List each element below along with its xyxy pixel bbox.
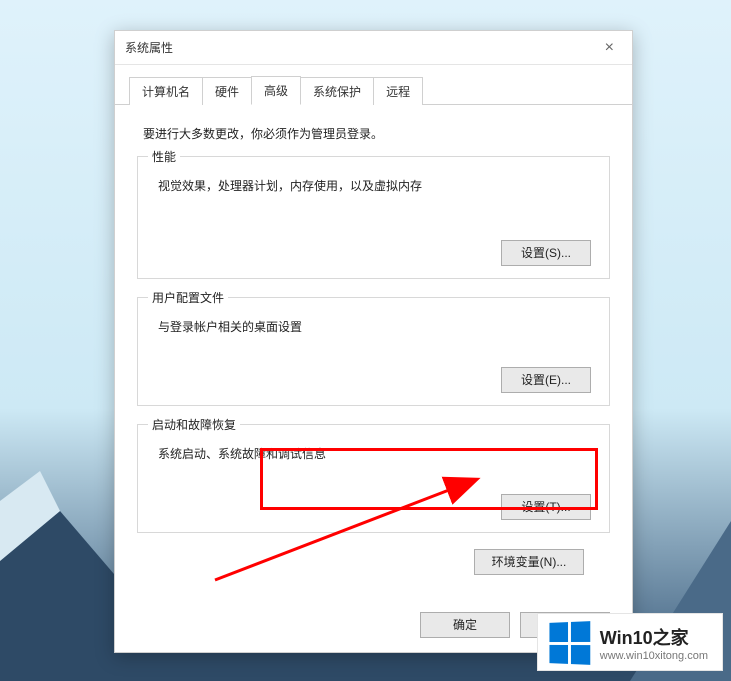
system-properties-dialog: 系统属性 × 计算机名 硬件 高级 系统保护 远程 要进行大多数更改，你必须作为… bbox=[114, 30, 633, 653]
watermark-url: www.win10xitong.com bbox=[600, 650, 708, 662]
group-user-profiles: 用户配置文件 与登录帐户相关的桌面设置 设置(E)... bbox=[137, 297, 610, 406]
user-profiles-settings-button[interactable]: 设置(E)... bbox=[501, 367, 591, 393]
group-startup-recovery-desc: 系统启动、系统故障和调试信息 bbox=[158, 445, 595, 462]
close-button[interactable]: × bbox=[597, 37, 622, 59]
tab-strip: 计算机名 硬件 高级 系统保护 远程 bbox=[115, 65, 632, 105]
tab-remote[interactable]: 远程 bbox=[373, 77, 423, 105]
watermark-title: Win10之家 bbox=[600, 624, 708, 650]
tab-system-protection[interactable]: 系统保护 bbox=[300, 77, 374, 105]
tab-advanced[interactable]: 高级 bbox=[251, 76, 301, 105]
ok-button[interactable]: 确定 bbox=[420, 612, 510, 638]
performance-settings-button[interactable]: 设置(S)... bbox=[501, 240, 591, 266]
startup-recovery-settings-button[interactable]: 设置(T)... bbox=[501, 494, 591, 520]
group-performance-legend: 性能 bbox=[148, 148, 180, 165]
group-user-profiles-legend: 用户配置文件 bbox=[148, 289, 228, 306]
environment-variables-button[interactable]: 环境变量(N)... bbox=[474, 549, 584, 575]
windows-logo-icon bbox=[549, 621, 590, 665]
group-startup-recovery: 启动和故障恢复 系统启动、系统故障和调试信息 设置(T)... bbox=[137, 424, 610, 533]
titlebar: 系统属性 × bbox=[115, 31, 632, 65]
watermark: Win10之家 www.win10xitong.com bbox=[537, 613, 723, 671]
dialog-title: 系统属性 bbox=[125, 39, 173, 56]
group-performance-desc: 视觉效果，处理器计划，内存使用，以及虚拟内存 bbox=[158, 177, 595, 194]
group-performance: 性能 视觉效果，处理器计划，内存使用，以及虚拟内存 设置(S)... bbox=[137, 156, 610, 279]
tab-computer-name[interactable]: 计算机名 bbox=[129, 77, 203, 105]
tab-content-advanced: 要进行大多数更改，你必须作为管理员登录。 性能 视觉效果，处理器计划，内存使用，… bbox=[115, 105, 632, 575]
group-user-profiles-desc: 与登录帐户相关的桌面设置 bbox=[158, 318, 595, 335]
tab-hardware[interactable]: 硬件 bbox=[202, 77, 252, 105]
group-startup-recovery-legend: 启动和故障恢复 bbox=[148, 416, 240, 433]
admin-notice: 要进行大多数更改，你必须作为管理员登录。 bbox=[143, 125, 610, 142]
